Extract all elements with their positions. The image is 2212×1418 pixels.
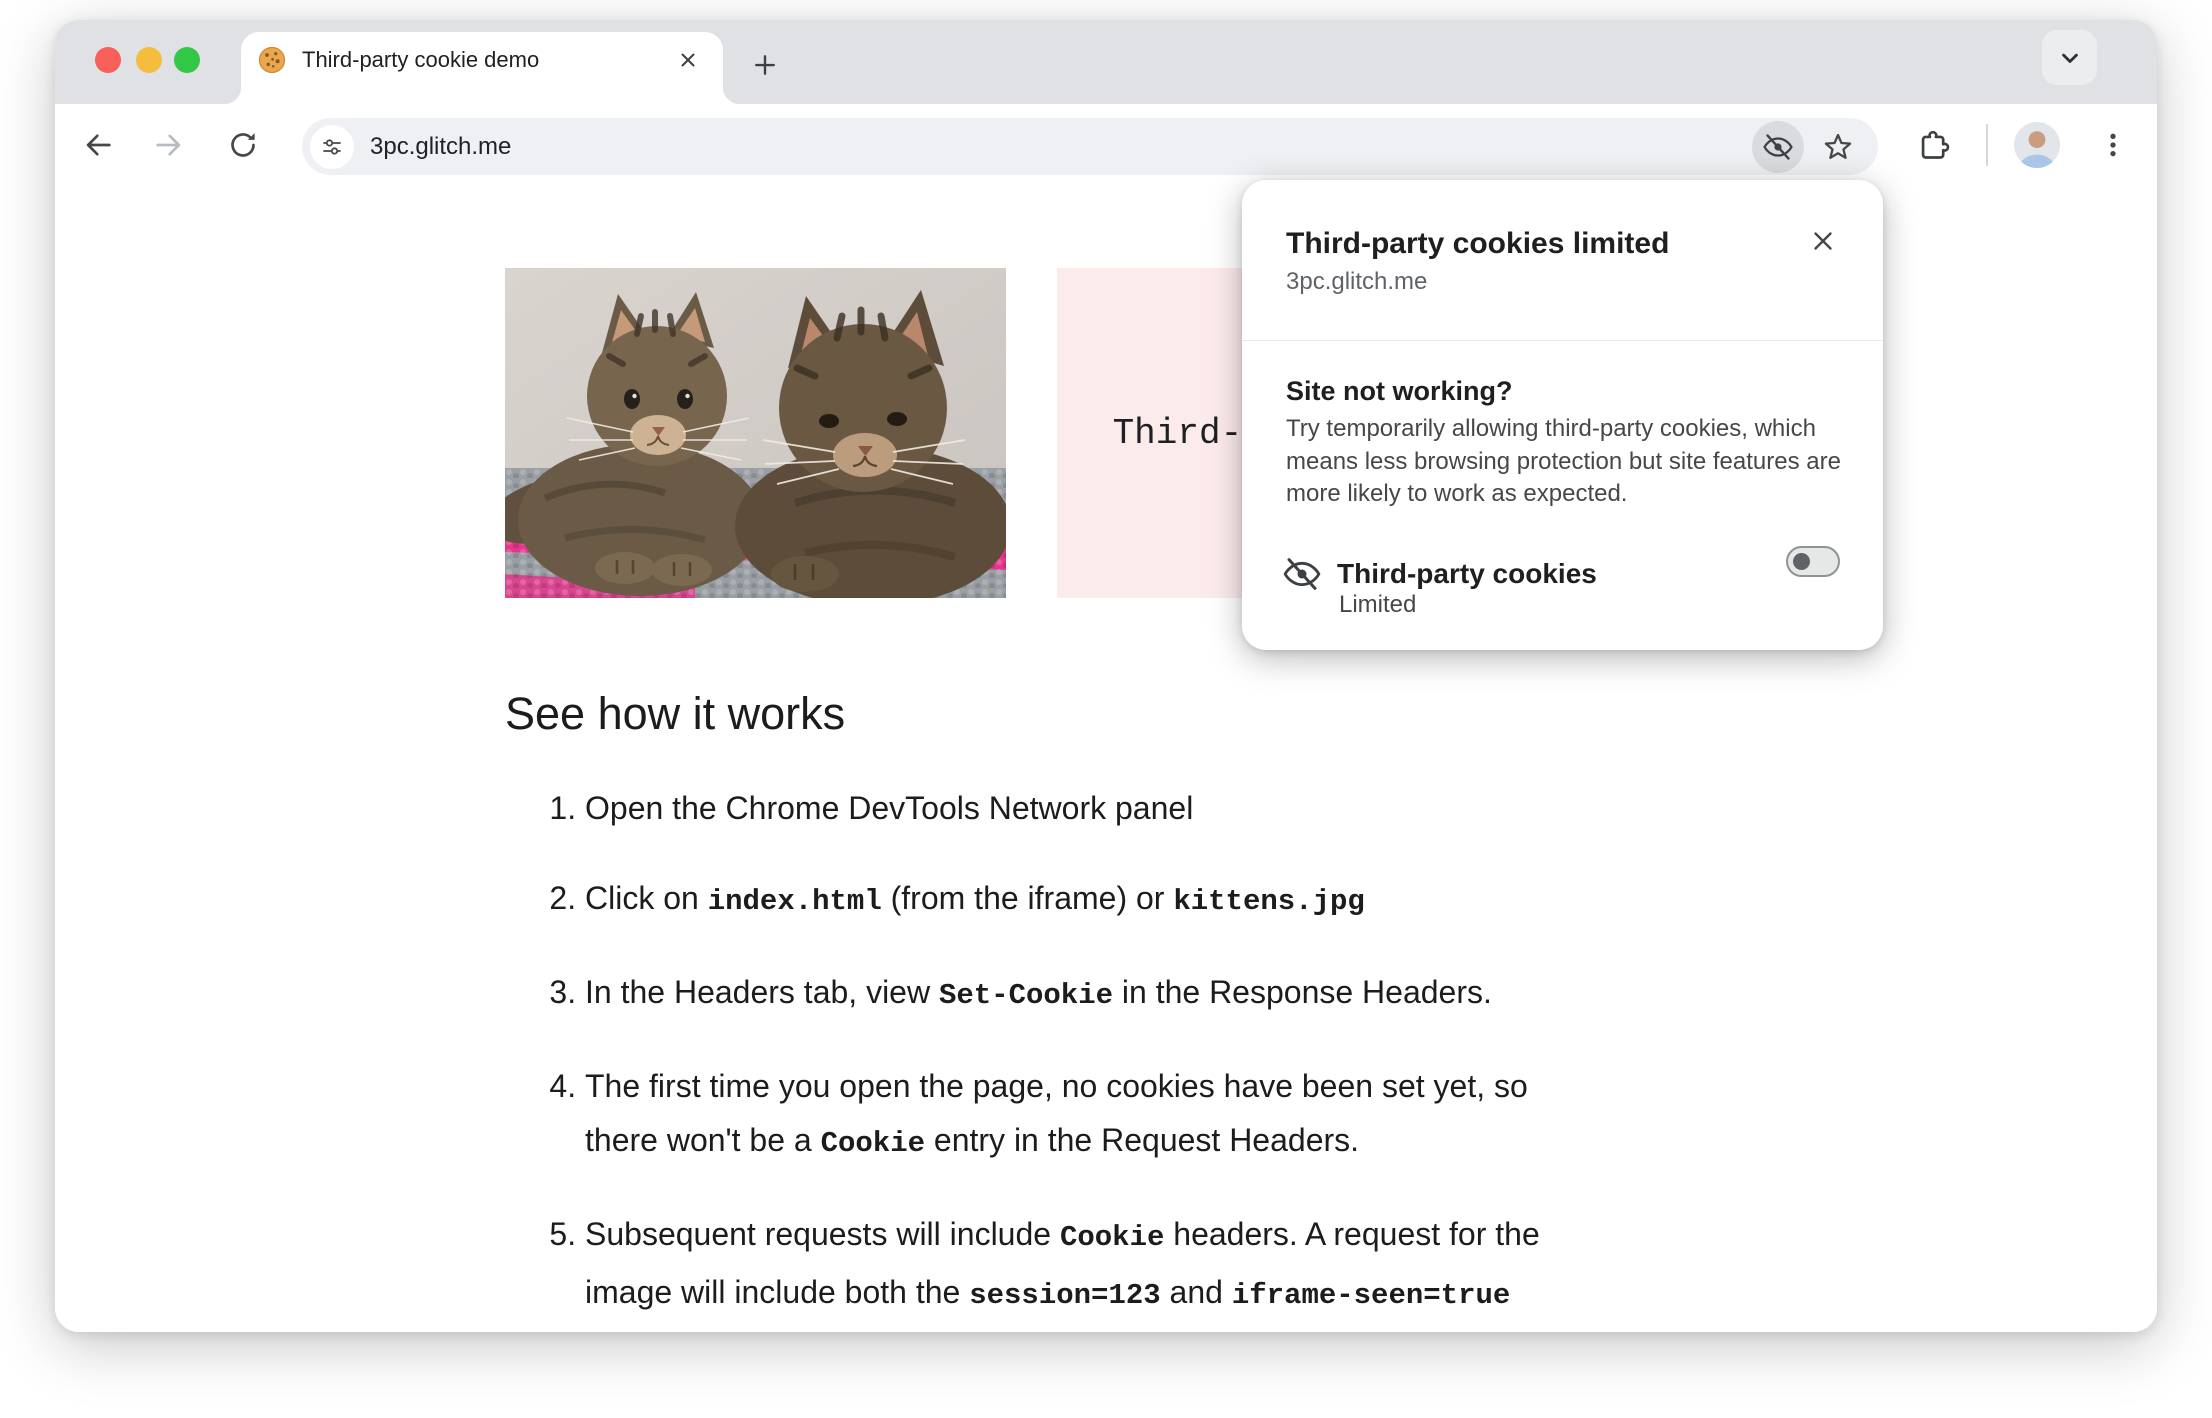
- page-heading: See how it works: [505, 688, 846, 739]
- step-text: in the Response Headers.: [1113, 974, 1492, 1010]
- tab-search-chevron-icon[interactable]: [2042, 30, 2097, 85]
- toolbar-separator: [1986, 124, 1988, 166]
- traffic-light-zoom[interactable]: [174, 47, 200, 73]
- tab-close-icon[interactable]: [673, 45, 703, 75]
- how-it-works-step: In the Headers tab, view Set-Cookie in t…: [585, 965, 1565, 1023]
- url-text[interactable]: 3pc.glitch.me: [370, 133, 1752, 161]
- traffic-light-close[interactable]: [95, 47, 121, 73]
- site-settings-icon[interactable]: [310, 124, 354, 169]
- toolbar: 3pc.glitch.me: [55, 104, 2157, 183]
- popup-close-icon[interactable]: [1802, 220, 1844, 262]
- popup-divider: [1242, 340, 1883, 341]
- popup-section-heading: Site not working?: [1286, 376, 1513, 406]
- popup-section-body: Try temporarily allowing third-party coo…: [1286, 415, 1841, 507]
- third-party-cookies-toggle[interactable]: [1786, 546, 1840, 577]
- inline-code: index.html: [707, 885, 882, 918]
- how-it-works-step: Open the Chrome DevTools Network panel: [585, 781, 1565, 835]
- step-text: In the Headers tab, view: [585, 974, 939, 1010]
- back-icon[interactable]: [79, 126, 117, 164]
- active-tab[interactable]: Third-party cookie demo: [223, 32, 741, 104]
- kittens-photo: [505, 268, 1006, 598]
- how-it-works-step: The first time you open the page, no coo…: [585, 1059, 1565, 1171]
- how-it-works-step: Click on index.html (from the iframe) or…: [585, 871, 1565, 929]
- forward-icon[interactable]: [150, 126, 188, 164]
- traffic-light-minimize[interactable]: [136, 47, 162, 73]
- inline-code: session=123: [969, 1279, 1161, 1312]
- step-text: entry in the Request Headers.: [925, 1122, 1360, 1158]
- step-text: and: [1160, 1274, 1232, 1310]
- how-it-works-step: Subsequent requests will include Cookie …: [585, 1207, 1565, 1332]
- reload-icon[interactable]: [224, 126, 262, 164]
- profile-avatar[interactable]: [2014, 122, 2060, 168]
- new-tab-icon[interactable]: [745, 45, 785, 85]
- third-party-cookies-popup: Third-party cookies limited 3pc.glitch.m…: [1242, 180, 1883, 650]
- kebab-menu-icon[interactable]: [2090, 122, 2136, 168]
- how-it-works-list: Open the Chrome DevTools Network panel Cl…: [505, 781, 1565, 1332]
- inline-code: kittens.jpg: [1173, 885, 1365, 918]
- extensions-icon[interactable]: [1910, 122, 1956, 168]
- tab-title: Third-party cookie demo: [302, 47, 540, 72]
- browser-window: Third-party cookie demo 3pc.glitch.me Th…: [55, 20, 2157, 1332]
- address-bar[interactable]: 3pc.glitch.me: [302, 118, 1878, 175]
- eye-off-icon[interactable]: [1752, 120, 1804, 173]
- toggle-knob: [1793, 553, 1810, 570]
- step-text: Open the Chrome DevTools Network panel: [585, 790, 1194, 826]
- bookmark-star-icon[interactable]: [1816, 125, 1860, 169]
- inline-code: Cookie: [1059, 1221, 1165, 1254]
- tab-strip: Third-party cookie demo: [55, 20, 2157, 104]
- step-text: Subsequent requests will include: [585, 1216, 1060, 1252]
- step-text: (from the iframe) or: [881, 880, 1174, 916]
- eye-off-icon: [1282, 554, 1322, 594]
- cookie-favicon: [257, 45, 287, 75]
- step-text: Click on: [585, 880, 708, 916]
- inline-code: Cookie: [820, 1127, 926, 1160]
- popup-toggle-status: Limited: [1339, 591, 1417, 618]
- popup-site: 3pc.glitch.me: [1286, 268, 1428, 295]
- popup-toggle-label: Third-party cookies: [1337, 558, 1597, 589]
- inline-code: iframe-seen=true: [1231, 1279, 1511, 1312]
- inline-code: Set-Cookie: [938, 979, 1113, 1012]
- popup-title: Third-party cookies limited: [1286, 227, 1670, 260]
